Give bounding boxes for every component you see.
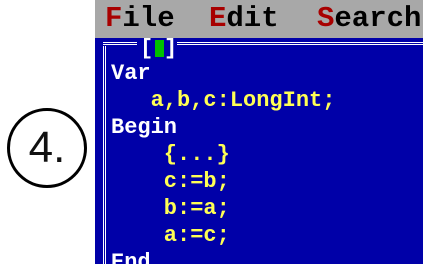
menu-file[interactable]: File	[105, 0, 175, 38]
code-line-5: c:=b;	[111, 169, 230, 194]
code-line-2: a,b,c:LongInt;	[111, 88, 336, 113]
menu-edit-hotkey: E	[209, 2, 227, 35]
menu-edit[interactable]: Edit	[209, 0, 279, 38]
menu-search-hotkey: S	[317, 2, 335, 35]
step-number: 4.	[28, 123, 66, 172]
menu-bar: File Edit Search	[95, 0, 423, 38]
menu-file-label: ile	[122, 2, 175, 35]
menu-file-hotkey: F	[105, 2, 123, 35]
editor-window[interactable]: [ ] Var a,b,c:LongInt; Begin {...} c:=b;…	[95, 38, 423, 264]
window-title: [ ]	[137, 38, 177, 60]
step-number-badge: 4.	[7, 108, 87, 188]
title-bracket-left: [	[140, 38, 154, 61]
code-line-3: Begin	[111, 115, 178, 140]
code-line-1: Var	[111, 61, 151, 86]
code-line-4: {...}	[111, 142, 230, 167]
code-line-8: End.	[111, 250, 164, 264]
window-frame-left	[103, 46, 111, 264]
title-bracket-right: ]	[164, 38, 178, 61]
close-button[interactable]	[155, 40, 164, 57]
menu-search[interactable]: Search	[317, 0, 421, 38]
code-line-7: a:=c;	[111, 223, 230, 248]
code-line-6: b:=a;	[111, 196, 230, 221]
menu-edit-label: dit	[226, 2, 279, 35]
menu-search-label: earch	[334, 2, 422, 35]
code-area[interactable]: Var a,b,c:LongInt; Begin {...} c:=b; b:=…	[111, 60, 335, 264]
